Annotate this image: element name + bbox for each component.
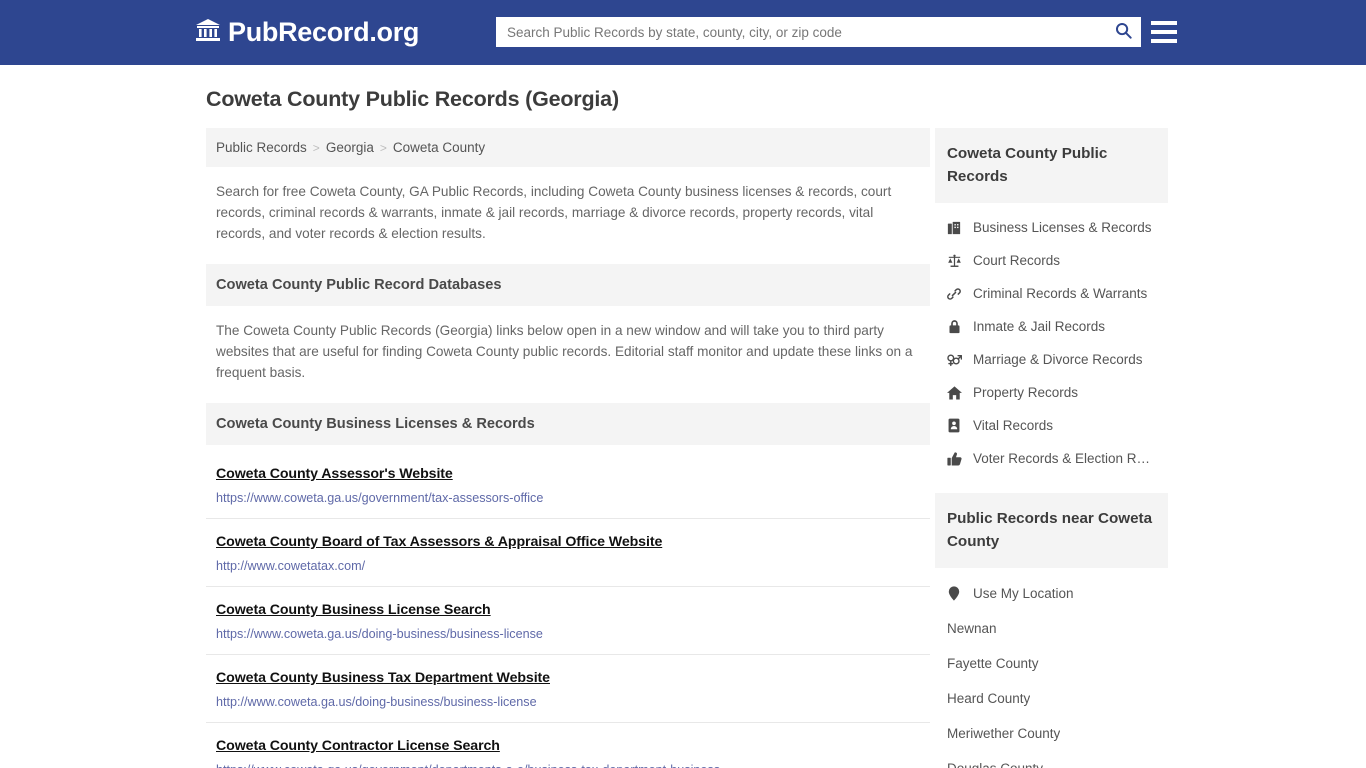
sidebar-item-label: Property Records xyxy=(972,385,1078,400)
id-badge-icon xyxy=(947,418,962,433)
site-header: PubRecord.org xyxy=(0,0,1366,65)
sidebar-item-heard-county[interactable]: Heard County xyxy=(935,681,1168,716)
sidebar-item-label: Business Licenses & Records xyxy=(972,220,1152,235)
briefcase-icon xyxy=(947,220,962,235)
link-chain-icon xyxy=(947,286,962,301)
brand-name: PubRecord.org xyxy=(228,17,420,47)
sidebar-item-label: Meriwether County xyxy=(946,726,1061,741)
record-link-url[interactable]: https://www.coweta.ga.us/government/tax-… xyxy=(216,491,856,505)
breadcrumb-item-coweta-county[interactable]: Coweta County xyxy=(393,140,485,155)
sidebar-item-marriage-divorce-records[interactable]: Marriage & Divorce Records xyxy=(935,343,1168,376)
hamburger-menu-icon[interactable] xyxy=(1151,18,1177,46)
sidebar-item-use-my-location[interactable]: Use My Location xyxy=(935,576,1168,611)
sidebar-item-newnan[interactable]: Newnan xyxy=(935,611,1168,646)
main-column: Public Records > Georgia > Coweta County… xyxy=(206,128,930,768)
search-input[interactable] xyxy=(497,18,1106,46)
breadcrumb-item-public-records[interactable]: Public Records xyxy=(216,140,307,155)
map-pin-icon xyxy=(947,586,962,601)
search-bar[interactable] xyxy=(496,17,1141,47)
list-item: Coweta County Business License Search ht… xyxy=(206,587,930,655)
sidebar-item-voter-records[interactable]: Voter Records & Election R… xyxy=(935,442,1168,475)
sidebar-item-label: Heard County xyxy=(946,691,1031,706)
nearby-panel: Public Records near Coweta County Use My… xyxy=(934,493,1168,768)
nearby-panel-heading: Public Records near Coweta County xyxy=(934,493,1168,568)
databases-description: The Coweta County Public Records (Georgi… xyxy=(216,323,913,380)
page-body: Coweta County Public Records (Georgia) P… xyxy=(0,65,1366,768)
lock-icon xyxy=(947,319,962,334)
home-icon xyxy=(946,385,962,400)
sidebar-item-meriwether-county[interactable]: Meriwether County xyxy=(935,716,1168,751)
record-link-url[interactable]: https://www.coweta.ga.us/government/depa… xyxy=(216,763,856,768)
sidebar: Coweta County Public Records Business Li… xyxy=(934,128,1168,768)
page-title: Coweta County Public Records (Georgia) xyxy=(206,87,619,111)
sidebar-item-label: Marriage & Divorce Records xyxy=(972,352,1143,367)
record-link-url[interactable]: https://www.coweta.ga.us/doing-business/… xyxy=(216,627,856,641)
search-button[interactable] xyxy=(1106,18,1140,46)
record-link-url[interactable]: http://www.cowetatax.com/ xyxy=(216,559,856,573)
sidebar-item-label: Criminal Records & Warrants xyxy=(972,286,1148,301)
record-link-title[interactable]: Coweta County Contractor License Search xyxy=(216,738,500,754)
section-heading-business-licenses: Coweta County Business Licenses & Record… xyxy=(206,403,930,445)
breadcrumb-separator-icon: > xyxy=(379,140,387,155)
sidebar-item-label: Voter Records & Election R… xyxy=(972,451,1151,466)
sidebar-item-criminal-records[interactable]: Criminal Records & Warrants xyxy=(935,277,1168,310)
scales-of-justice-icon xyxy=(947,253,962,268)
records-panel-list: Business Licenses & Records Court Record… xyxy=(935,203,1168,475)
sidebar-item-label: Use My Location xyxy=(972,586,1074,601)
list-item: Coweta County Assessor's Website https:/… xyxy=(206,449,930,519)
record-link-title[interactable]: Coweta County Assessor's Website xyxy=(216,466,453,482)
list-item: Coweta County Business Tax Department We… xyxy=(206,655,930,723)
section-heading-databases: Coweta County Public Record Databases xyxy=(206,264,930,306)
breadcrumb: Public Records > Georgia > Coweta County xyxy=(206,128,930,167)
records-panel: Coweta County Public Records Business Li… xyxy=(934,128,1168,475)
page-intro-text: Search for free Coweta County, GA Public… xyxy=(216,184,892,241)
record-link-title[interactable]: Coweta County Board of Tax Assessors & A… xyxy=(216,534,662,550)
sidebar-item-label: Vital Records xyxy=(972,418,1053,433)
search-icon xyxy=(1115,22,1132,42)
breadcrumb-item-georgia[interactable]: Georgia xyxy=(326,140,374,155)
list-item: Coweta County Board of Tax Assessors & A… xyxy=(206,519,930,587)
sidebar-item-label: Court Records xyxy=(972,253,1060,268)
record-link-title[interactable]: Coweta County Business Tax Department We… xyxy=(216,670,550,686)
sidebar-item-property-records[interactable]: Property Records xyxy=(935,376,1168,409)
list-item: Coweta County Contractor License Search … xyxy=(206,723,930,768)
sidebar-item-inmate-jail-records[interactable]: Inmate & Jail Records xyxy=(935,310,1168,343)
sidebar-item-fayette-county[interactable]: Fayette County xyxy=(935,646,1168,681)
sidebar-item-douglas-county[interactable]: Douglas County xyxy=(935,751,1168,768)
venus-mars-icon xyxy=(947,352,962,367)
thumbs-up-icon xyxy=(947,451,962,466)
nearby-panel-list: Use My Location Newnan Fayette County He… xyxy=(935,568,1168,768)
records-panel-heading: Coweta County Public Records xyxy=(934,128,1168,203)
sidebar-item-label: Newnan xyxy=(946,621,997,636)
record-link-url[interactable]: http://www.coweta.ga.us/doing-business/b… xyxy=(216,695,856,709)
sidebar-item-court-records[interactable]: Court Records xyxy=(935,244,1168,277)
sidebar-item-label: Douglas County xyxy=(947,761,1043,768)
content-container: Coweta County Public Records (Georgia) P… xyxy=(198,65,1168,768)
record-link-title[interactable]: Coweta County Business License Search xyxy=(216,602,491,618)
breadcrumb-separator-icon: > xyxy=(312,140,320,155)
bank-icon xyxy=(196,17,220,48)
sidebar-item-label: Inmate & Jail Records xyxy=(972,319,1106,334)
sidebar-item-business-licenses[interactable]: Business Licenses & Records xyxy=(935,211,1168,244)
sidebar-item-label: Fayette County xyxy=(946,656,1039,671)
site-logo[interactable]: PubRecord.org xyxy=(196,17,419,48)
business-links-list: Coweta County Assessor's Website https:/… xyxy=(206,449,930,768)
sidebar-item-vital-records[interactable]: Vital Records xyxy=(935,409,1168,442)
